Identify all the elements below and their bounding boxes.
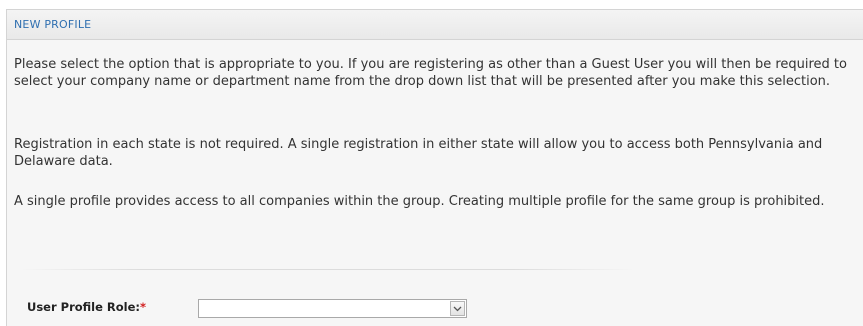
user-profile-role-label: User Profile Role:* [27, 300, 146, 314]
instruction-paragraph: Registration in each state is not requir… [14, 137, 823, 169]
required-marker: * [140, 300, 147, 314]
user-profile-role-label-text: User Profile Role: [27, 300, 141, 314]
instruction-paragraph: Please select the option that is appropr… [14, 57, 847, 89]
panel-title: NEW PROFILE [14, 18, 92, 31]
user-profile-role-select[interactable] [198, 299, 467, 318]
panel-header: NEW PROFILE [7, 10, 863, 40]
instruction-paragraph: A single profile provides access to all … [14, 194, 825, 209]
divider [20, 269, 635, 270]
chevron-down-icon[interactable] [450, 301, 465, 316]
